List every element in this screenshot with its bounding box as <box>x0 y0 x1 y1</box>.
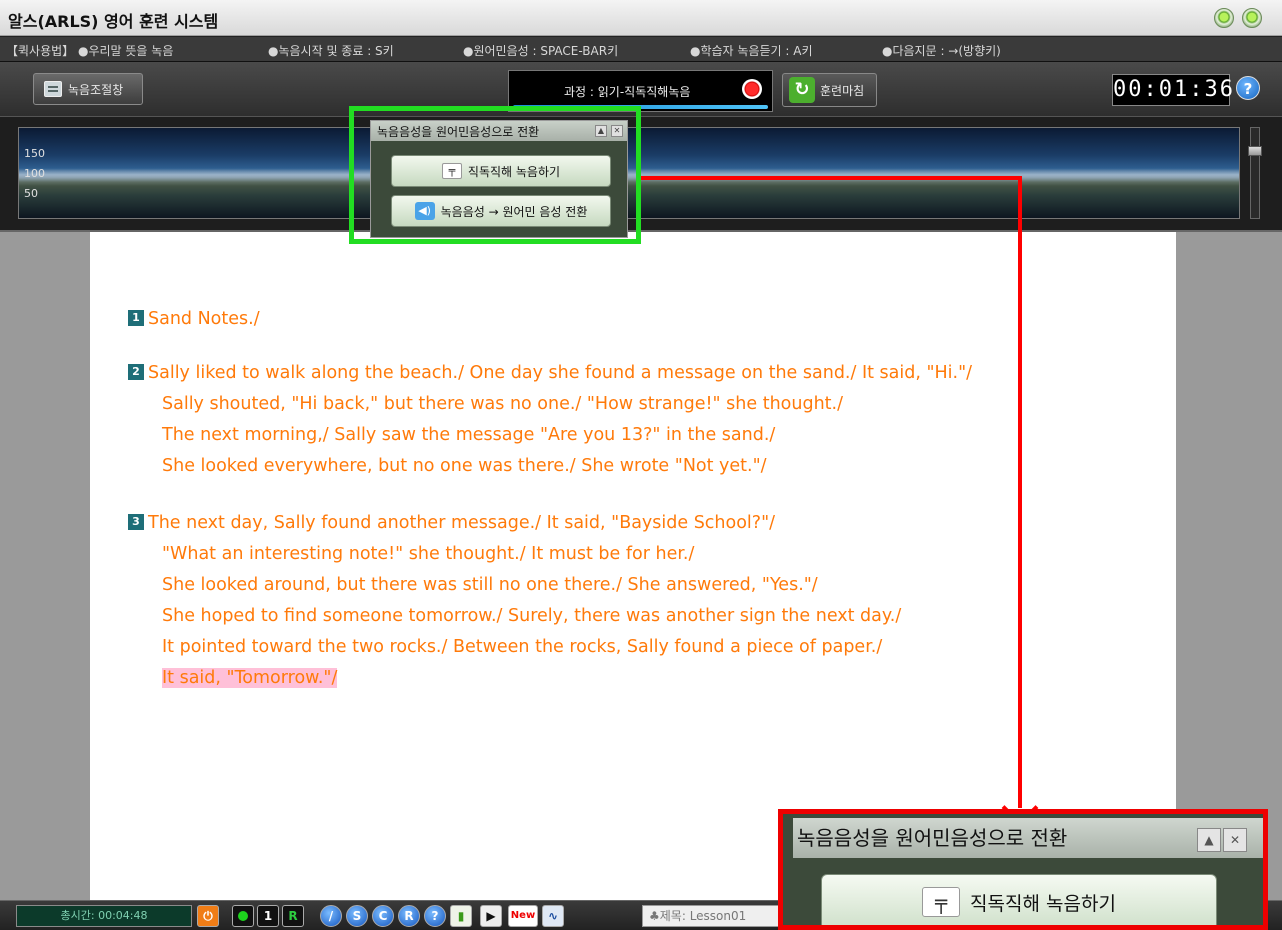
sentence-line[interactable]: Sally shouted, "Hi back," but there was … <box>128 389 972 420</box>
sentence-line[interactable]: "What an interesting note!" she thought.… <box>128 539 901 570</box>
repeat-r-button[interactable]: R <box>282 905 304 927</box>
sentence-line[interactable]: She looked everywhere, but no one was th… <box>128 451 972 482</box>
green-highlight-frame <box>349 106 641 244</box>
sentence-line[interactable]: 3 The next day, Sally found another messa… <box>128 508 901 539</box>
mixer-icon <box>44 81 62 97</box>
record-adjust-label: 녹음조절창 <box>68 82 124 97</box>
r-button[interactable]: R <box>398 905 420 927</box>
total-time-display: 총시간: 00:04:48 <box>16 905 192 927</box>
zoom-close-icon: ✕ <box>1223 828 1247 852</box>
zoom-popup-titlebar: 녹음음성을 원어민음성으로 전환 ▲ ✕ <box>793 818 1263 858</box>
minimize-button[interactable] <box>1214 8 1234 28</box>
record-indicator-icon <box>742 79 762 99</box>
current-sentence-highlight: It said, "Tomorrow."/ <box>162 668 338 688</box>
help-small-button[interactable]: ? <box>424 905 446 927</box>
close-button[interactable] <box>1242 8 1262 28</box>
hint-next-key: ●다음지문 : →(방향키) <box>882 44 1001 58</box>
sentence-text: Sand Notes./ <box>148 309 260 329</box>
paragraph-2: 2 Sally liked to walk along the beach./ O… <box>128 358 972 482</box>
elapsed-timer: 00:01:36 <box>1112 74 1233 106</box>
help-button[interactable]: ? <box>1236 76 1260 100</box>
toolbar: 녹음조절창 과정 : 읽기-직독직해녹음 ↻ 훈련마침 00:01:36 ? <box>0 62 1282 116</box>
lesson-title: ♣제목: Lesson01 <box>642 905 782 927</box>
waveform-ylabel: 50 <box>24 187 38 200</box>
hint-record-key: ●녹음시작 및 종료 : S키 <box>268 44 394 58</box>
sentence-line[interactable]: The next morning,/ Sally saw the message… <box>128 420 972 451</box>
zoom-callout: 녹음음성을 원어민음성으로 전환 ▲ ✕ ╤ 직독직해 녹음하기 <box>778 809 1268 930</box>
volume-slider-track[interactable] <box>1250 127 1260 219</box>
zoom-collapse-icon: ▲ <box>1197 828 1221 852</box>
pen-button[interactable]: / <box>320 905 342 927</box>
shortcut-hint-bar: 【퀵사용법】 ●우리말 뜻을 녹음 ●녹음시작 및 종료 : S키 ●원어민음성… <box>0 36 1282 62</box>
sentence-line[interactable]: She hoped to find someone tomorrow./ Sur… <box>128 601 901 632</box>
process-label: 과정 : 읽기-직독직해녹음 <box>564 85 691 99</box>
volume-slider-handle[interactable] <box>1248 146 1262 156</box>
record-adjust-button[interactable]: 녹음조절창 <box>33 73 143 105</box>
waveform-ylabel: 100 <box>24 167 45 180</box>
sentence-line[interactable]: 2 Sally liked to walk along the beach./ O… <box>128 358 972 389</box>
waveform-panel: 150 100 50 <box>0 116 1282 232</box>
zoom-popup-title: 녹음음성을 원어민음성으로 전환 <box>797 826 1068 850</box>
window-title: 알스(ARLS) 영어 훈련 시스템 <box>8 12 219 31</box>
callout-arrow-vertical <box>1018 178 1022 808</box>
zoom-record-translation-label: 직독직해 녹음하기 <box>970 892 1116 915</box>
hint-native-voice-key: ●원어민음성 : SPACE-BAR키 <box>463 44 619 58</box>
hint-playback-key: ●학습자 녹음듣기 : A키 <box>690 44 813 58</box>
c-button[interactable]: C <box>372 905 394 927</box>
finish-icon: ↻ <box>789 77 815 103</box>
s-button[interactable]: S <box>346 905 368 927</box>
level-1-button[interactable]: 1 <box>257 905 279 927</box>
zoom-record-translation-button: ╤ 직독직해 녹음하기 <box>821 874 1217 925</box>
sentence-text: The next day, Sally found another messag… <box>148 513 776 533</box>
paragraph-3: 3 The next day, Sally found another messa… <box>128 508 901 694</box>
sentence-line[interactable]: She looked around, but there was still n… <box>128 570 901 601</box>
paragraph-number: 1 <box>128 310 144 326</box>
reading-area: 1 Sand Notes./ 2 Sally liked to walk along… <box>0 232 1282 900</box>
sentence-text: Sally liked to walk along the beach./ On… <box>148 363 973 383</box>
callout-arrow-horizontal <box>641 176 1022 180</box>
new-button[interactable]: New <box>508 905 538 927</box>
paragraph-1: 1 Sand Notes./ <box>128 304 260 335</box>
status-light-icon <box>232 905 254 927</box>
power-button[interactable]: ⏻ <box>197 905 219 927</box>
sentence-line-current[interactable]: It said, "Tomorrow."/ <box>128 663 901 694</box>
end-training-label: 훈련마침 <box>820 83 865 98</box>
waveform-button-icon[interactable]: ∿ <box>542 905 564 927</box>
waveform-ylabel: 150 <box>24 147 45 160</box>
hint-quick-usage: 【퀵사용법】 ●우리말 뜻을 녹음 <box>6 44 174 58</box>
title-bar: 알스(ARLS) 영어 훈련 시스템 <box>0 0 1282 36</box>
sentence-line[interactable]: 1 Sand Notes./ <box>128 304 260 335</box>
sentence-line[interactable]: It pointed toward the two rocks./ Betwee… <box>128 632 901 663</box>
paragraph-number: 3 <box>128 514 144 530</box>
zoom-mic-gun-icon: ╤ <box>922 887 961 917</box>
play-icon[interactable]: ▶ <box>480 905 502 927</box>
end-training-button[interactable]: ↻ 훈련마침 <box>782 73 877 107</box>
paragraph-number: 2 <box>128 364 144 380</box>
signal-icon[interactable]: ▮ <box>450 905 472 927</box>
